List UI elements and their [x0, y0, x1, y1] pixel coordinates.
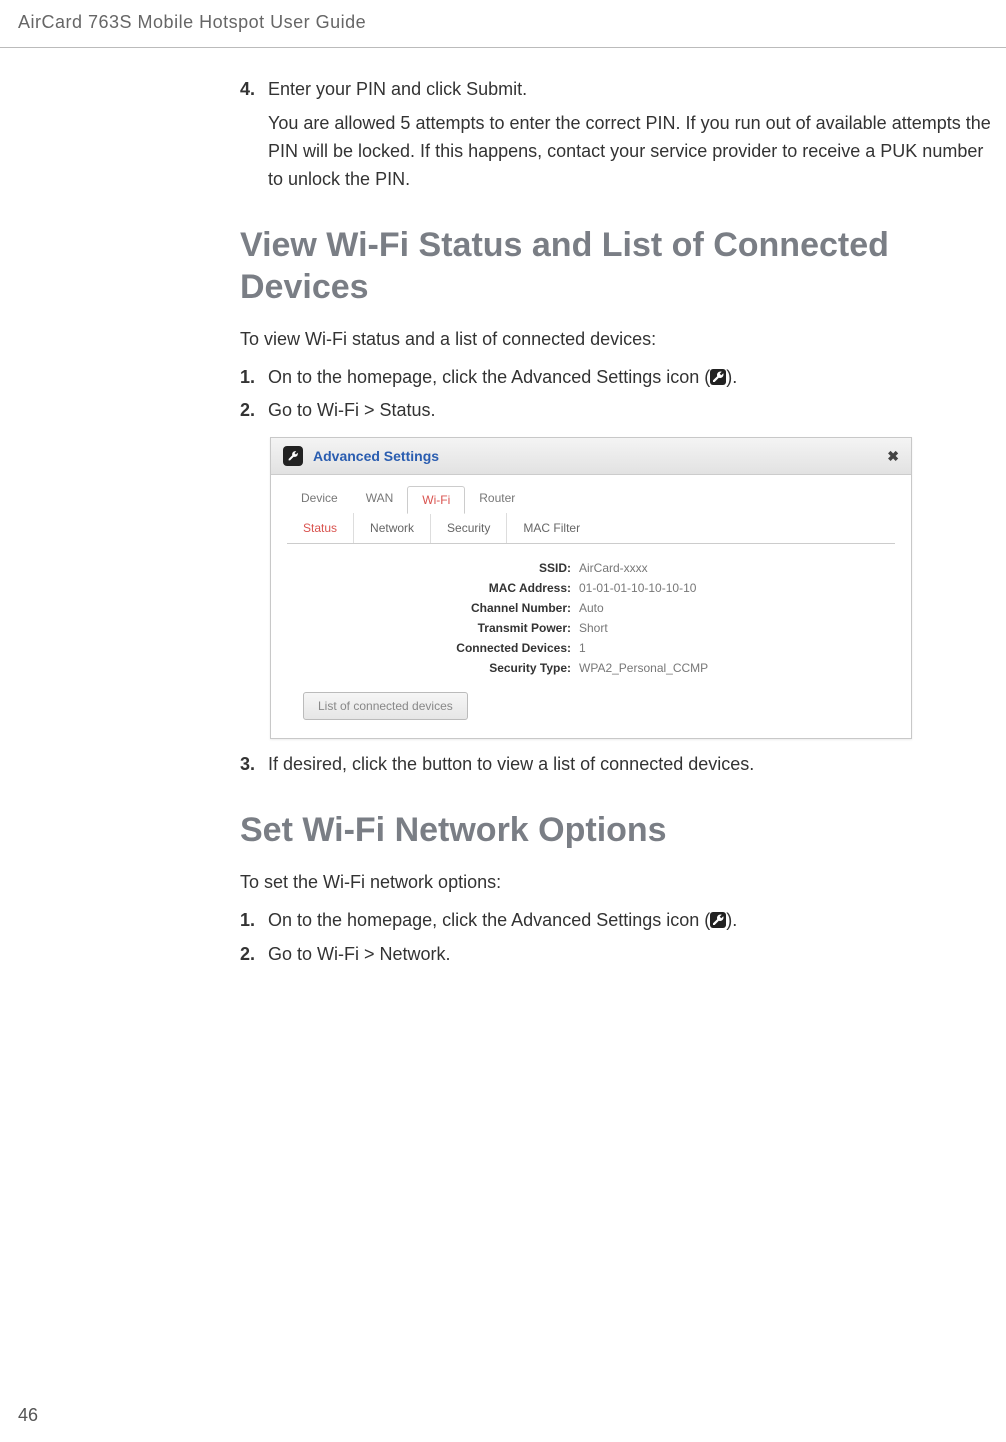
- field-connected: Connected Devices: 1: [271, 638, 911, 658]
- tab-router[interactable]: Router: [465, 485, 529, 513]
- section1-lead: To view Wi-Fi status and a list of conne…: [240, 329, 996, 350]
- running-header: AirCard 763S Mobile Hotspot User Guide: [0, 0, 1006, 48]
- field-security: Security Type: WPA2_Personal_CCMP: [271, 658, 911, 678]
- subtab-macfilter[interactable]: MAC Filter: [507, 513, 596, 543]
- field-value: Auto: [579, 601, 604, 615]
- advanced-settings-screenshot: Advanced Settings ✖ Device WAN Wi-Fi Rou…: [270, 437, 912, 739]
- content-area: 4. Enter your PIN and click Submit. You …: [240, 48, 996, 969]
- field-mac: MAC Address: 01-01-01-10-10-10-10: [271, 578, 911, 598]
- dialog-title: Advanced Settings: [313, 448, 439, 464]
- step-number: 1.: [240, 364, 268, 392]
- field-value: 1: [579, 641, 586, 655]
- step-text-pre: On to the homepage, click the Advanced S…: [268, 367, 710, 387]
- wrench-icon: [710, 912, 726, 928]
- subtab-status[interactable]: Status: [287, 513, 354, 543]
- step-body: On to the homepage, click the Advanced S…: [268, 907, 996, 935]
- step-text-post: ).: [726, 910, 737, 930]
- step-body: On to the homepage, click the Advanced S…: [268, 364, 996, 392]
- step-4: 4. Enter your PIN and click Submit. You …: [240, 76, 996, 194]
- secondary-tabs: Status Network Security MAC Filter: [287, 513, 895, 544]
- list-devices-button[interactable]: List of connected devices: [303, 692, 468, 720]
- wrench-icon: [710, 369, 726, 385]
- section2-step1: 1. On to the homepage, click the Advance…: [240, 907, 996, 935]
- tab-wan[interactable]: WAN: [352, 485, 408, 513]
- status-fields: SSID: AirCard-xxxx MAC Address: 01-01-01…: [271, 544, 911, 684]
- field-label: Transmit Power:: [271, 621, 579, 635]
- primary-tabs: Device WAN Wi-Fi Router: [271, 475, 911, 513]
- field-label: Connected Devices:: [271, 641, 579, 655]
- subtab-network[interactable]: Network: [354, 513, 431, 543]
- field-ssid: SSID: AirCard-xxxx: [271, 558, 911, 578]
- step-body: Go to Wi-Fi > Status.: [268, 397, 996, 425]
- tab-device[interactable]: Device: [287, 485, 352, 513]
- section-title-set-wifi: Set Wi-Fi Network Options: [240, 809, 996, 852]
- step-body: Enter your PIN and click Submit. You are…: [268, 76, 996, 194]
- section2-step2: 2. Go to Wi-Fi > Network.: [240, 941, 996, 969]
- subtab-security[interactable]: Security: [431, 513, 507, 543]
- step-number: 2.: [240, 397, 268, 425]
- step-number: 4.: [240, 76, 268, 194]
- field-label: SSID:: [271, 561, 579, 575]
- section1-step2: 2. Go to Wi-Fi > Status.: [240, 397, 996, 425]
- step-subtext: You are allowed 5 attempts to enter the …: [268, 110, 996, 194]
- field-label: Security Type:: [271, 661, 579, 675]
- tab-wifi[interactable]: Wi-Fi: [407, 486, 465, 514]
- section2-lead: To set the Wi-Fi network options:: [240, 872, 996, 893]
- field-value: Short: [579, 621, 608, 635]
- step-number: 3.: [240, 751, 268, 779]
- field-channel: Channel Number: Auto: [271, 598, 911, 618]
- page-number: 46: [18, 1405, 38, 1426]
- step-text-post: ).: [726, 367, 737, 387]
- step-body: Go to Wi-Fi > Network.: [268, 941, 996, 969]
- step-body: If desired, click the button to view a l…: [268, 751, 996, 779]
- dialog-header: Advanced Settings ✖: [271, 438, 911, 475]
- wrench-icon: [283, 446, 303, 466]
- step-number: 1.: [240, 907, 268, 935]
- page: AirCard 763S Mobile Hotspot User Guide 4…: [0, 0, 1006, 1442]
- button-row: List of connected devices: [271, 684, 911, 738]
- step-text: Enter your PIN and click Submit.: [268, 76, 996, 104]
- close-icon[interactable]: ✖: [887, 448, 899, 465]
- field-value: 01-01-01-10-10-10-10: [579, 581, 696, 595]
- step-number: 2.: [240, 941, 268, 969]
- section1-step3: 3. If desired, click the button to view …: [240, 751, 996, 779]
- section1-step1: 1. On to the homepage, click the Advance…: [240, 364, 996, 392]
- section-title-view-wifi: View Wi-Fi Status and List of Connected …: [240, 224, 996, 309]
- field-txpower: Transmit Power: Short: [271, 618, 911, 638]
- step-text-pre: On to the homepage, click the Advanced S…: [268, 910, 710, 930]
- field-value: AirCard-xxxx: [579, 561, 648, 575]
- field-label: MAC Address:: [271, 581, 579, 595]
- field-value: WPA2_Personal_CCMP: [579, 661, 708, 675]
- field-label: Channel Number:: [271, 601, 579, 615]
